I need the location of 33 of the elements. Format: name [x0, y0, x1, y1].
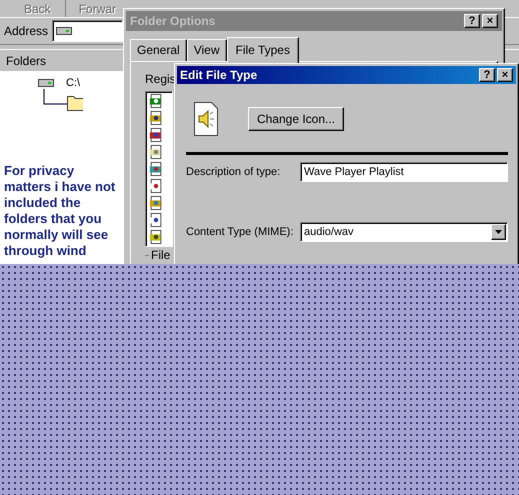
file-type-icon — [148, 128, 164, 142]
text-field[interactable]: Wave Player Playlist — [300, 162, 508, 182]
address-field[interactable] — [52, 20, 124, 42]
file-type-icon — [148, 94, 164, 108]
file-type-icon — [148, 230, 164, 244]
file-type-icon — [148, 145, 164, 159]
file-type-icon — [148, 196, 164, 210]
drive-icon — [38, 78, 54, 88]
file-type-icon — [148, 162, 164, 176]
group-label: File — [151, 249, 170, 262]
help-button[interactable]: ? — [479, 68, 495, 82]
list-label: Regis — [145, 72, 176, 86]
dropdown-field[interactable]: audio/wav — [300, 222, 508, 242]
tab[interactable]: General — [130, 39, 187, 61]
window-title: Edit File Type — [180, 68, 258, 82]
file-type-icon — [148, 179, 164, 193]
file-types-list[interactable] — [145, 91, 173, 247]
change-icon-button[interactable]: Change Icon... — [248, 107, 344, 131]
privacy-note: For privacy matters i have not included the folders that you normally will see through wind — [4, 163, 116, 259]
field-label: Description of type: — [186, 166, 282, 178]
address-label: Address — [4, 24, 48, 38]
help-button[interactable]: ? — [464, 14, 480, 28]
file-type-icon — [148, 111, 164, 125]
tree-item[interactable]: C:\ — [66, 77, 80, 89]
tab[interactable]: View — [186, 39, 226, 61]
drive-icon — [56, 26, 72, 36]
file-type-icon — [148, 213, 164, 227]
close-button[interactable]: × — [497, 68, 513, 82]
folder-icon — [43, 89, 83, 111]
window-title: Folder Options — [130, 14, 216, 28]
field-label: Content Type (MIME): — [186, 226, 294, 238]
tab[interactable]: File Types — [226, 37, 299, 63]
close-button[interactable]: × — [482, 14, 498, 28]
